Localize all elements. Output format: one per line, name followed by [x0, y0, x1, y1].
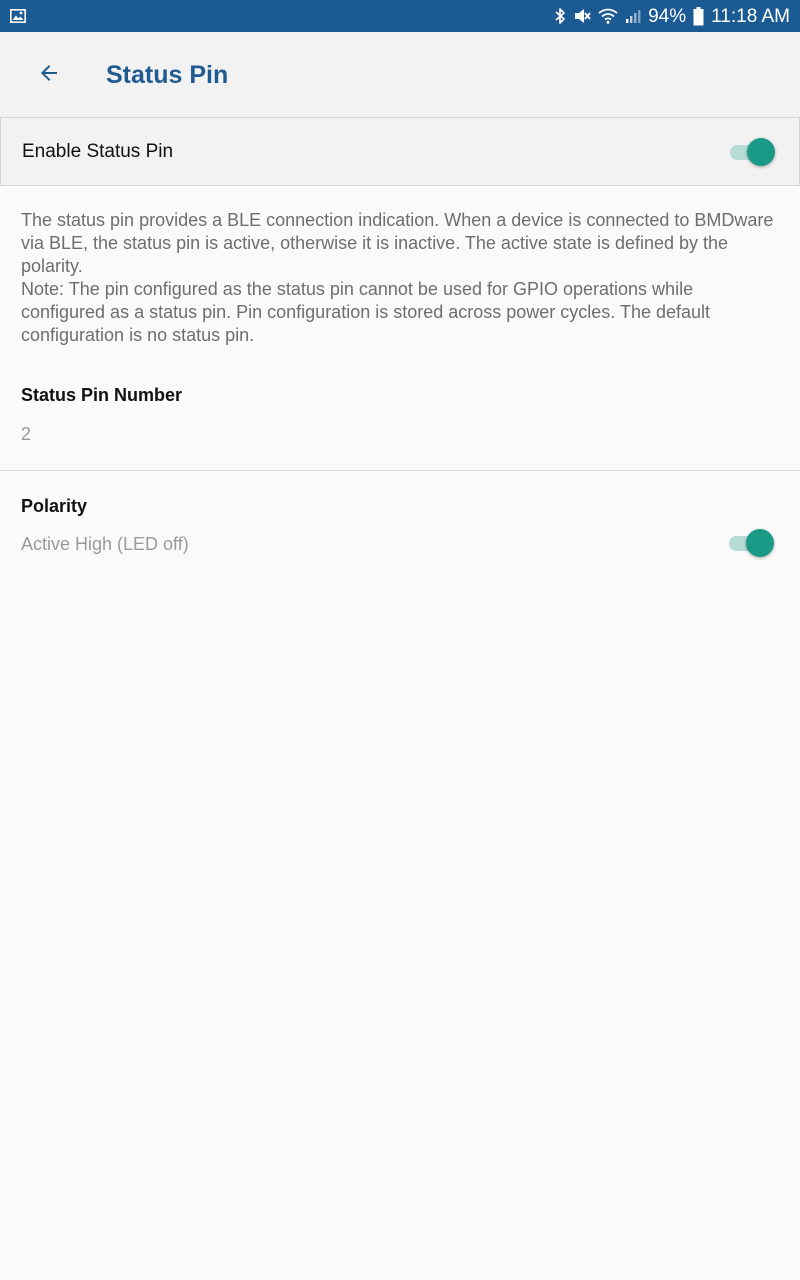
- polarity-value[interactable]: Active High (LED off): [21, 534, 189, 555]
- battery-icon: [693, 6, 704, 26]
- bluetooth-icon: [554, 7, 566, 25]
- description-note: Note: The pin configured as the status p…: [21, 279, 711, 345]
- status-pin-number-title[interactable]: Status Pin Number: [21, 385, 182, 406]
- battery-percent: 94%: [648, 5, 687, 27]
- signal-icon: [625, 8, 641, 24]
- status-bar: 94% 11:18 AM: [0, 0, 800, 32]
- mute-icon: [573, 7, 591, 25]
- toggle-thumb: [747, 138, 775, 166]
- gallery-icon: [10, 9, 26, 23]
- back-button[interactable]: [25, 51, 73, 99]
- arrow-back-icon: [37, 61, 61, 90]
- divider: [0, 470, 800, 471]
- description-paragraph: The status pin provides a BLE connection…: [21, 210, 774, 276]
- wifi-icon: [598, 8, 618, 24]
- clock: 11:18 AM: [711, 5, 790, 27]
- page-title: Status Pin: [106, 60, 229, 89]
- status-pin-number-value[interactable]: 2: [21, 424, 31, 445]
- enable-status-pin-toggle[interactable]: [728, 137, 776, 167]
- enable-status-pin-row[interactable]: Enable Status Pin: [0, 117, 800, 186]
- app-bar: Status Pin: [0, 32, 800, 118]
- description: The status pin provides a BLE connection…: [21, 209, 781, 347]
- polarity-toggle[interactable]: [727, 528, 775, 558]
- polarity-title[interactable]: Polarity: [21, 496, 87, 517]
- enable-status-pin-label: Enable Status Pin: [22, 140, 174, 162]
- toggle-thumb: [746, 529, 774, 557]
